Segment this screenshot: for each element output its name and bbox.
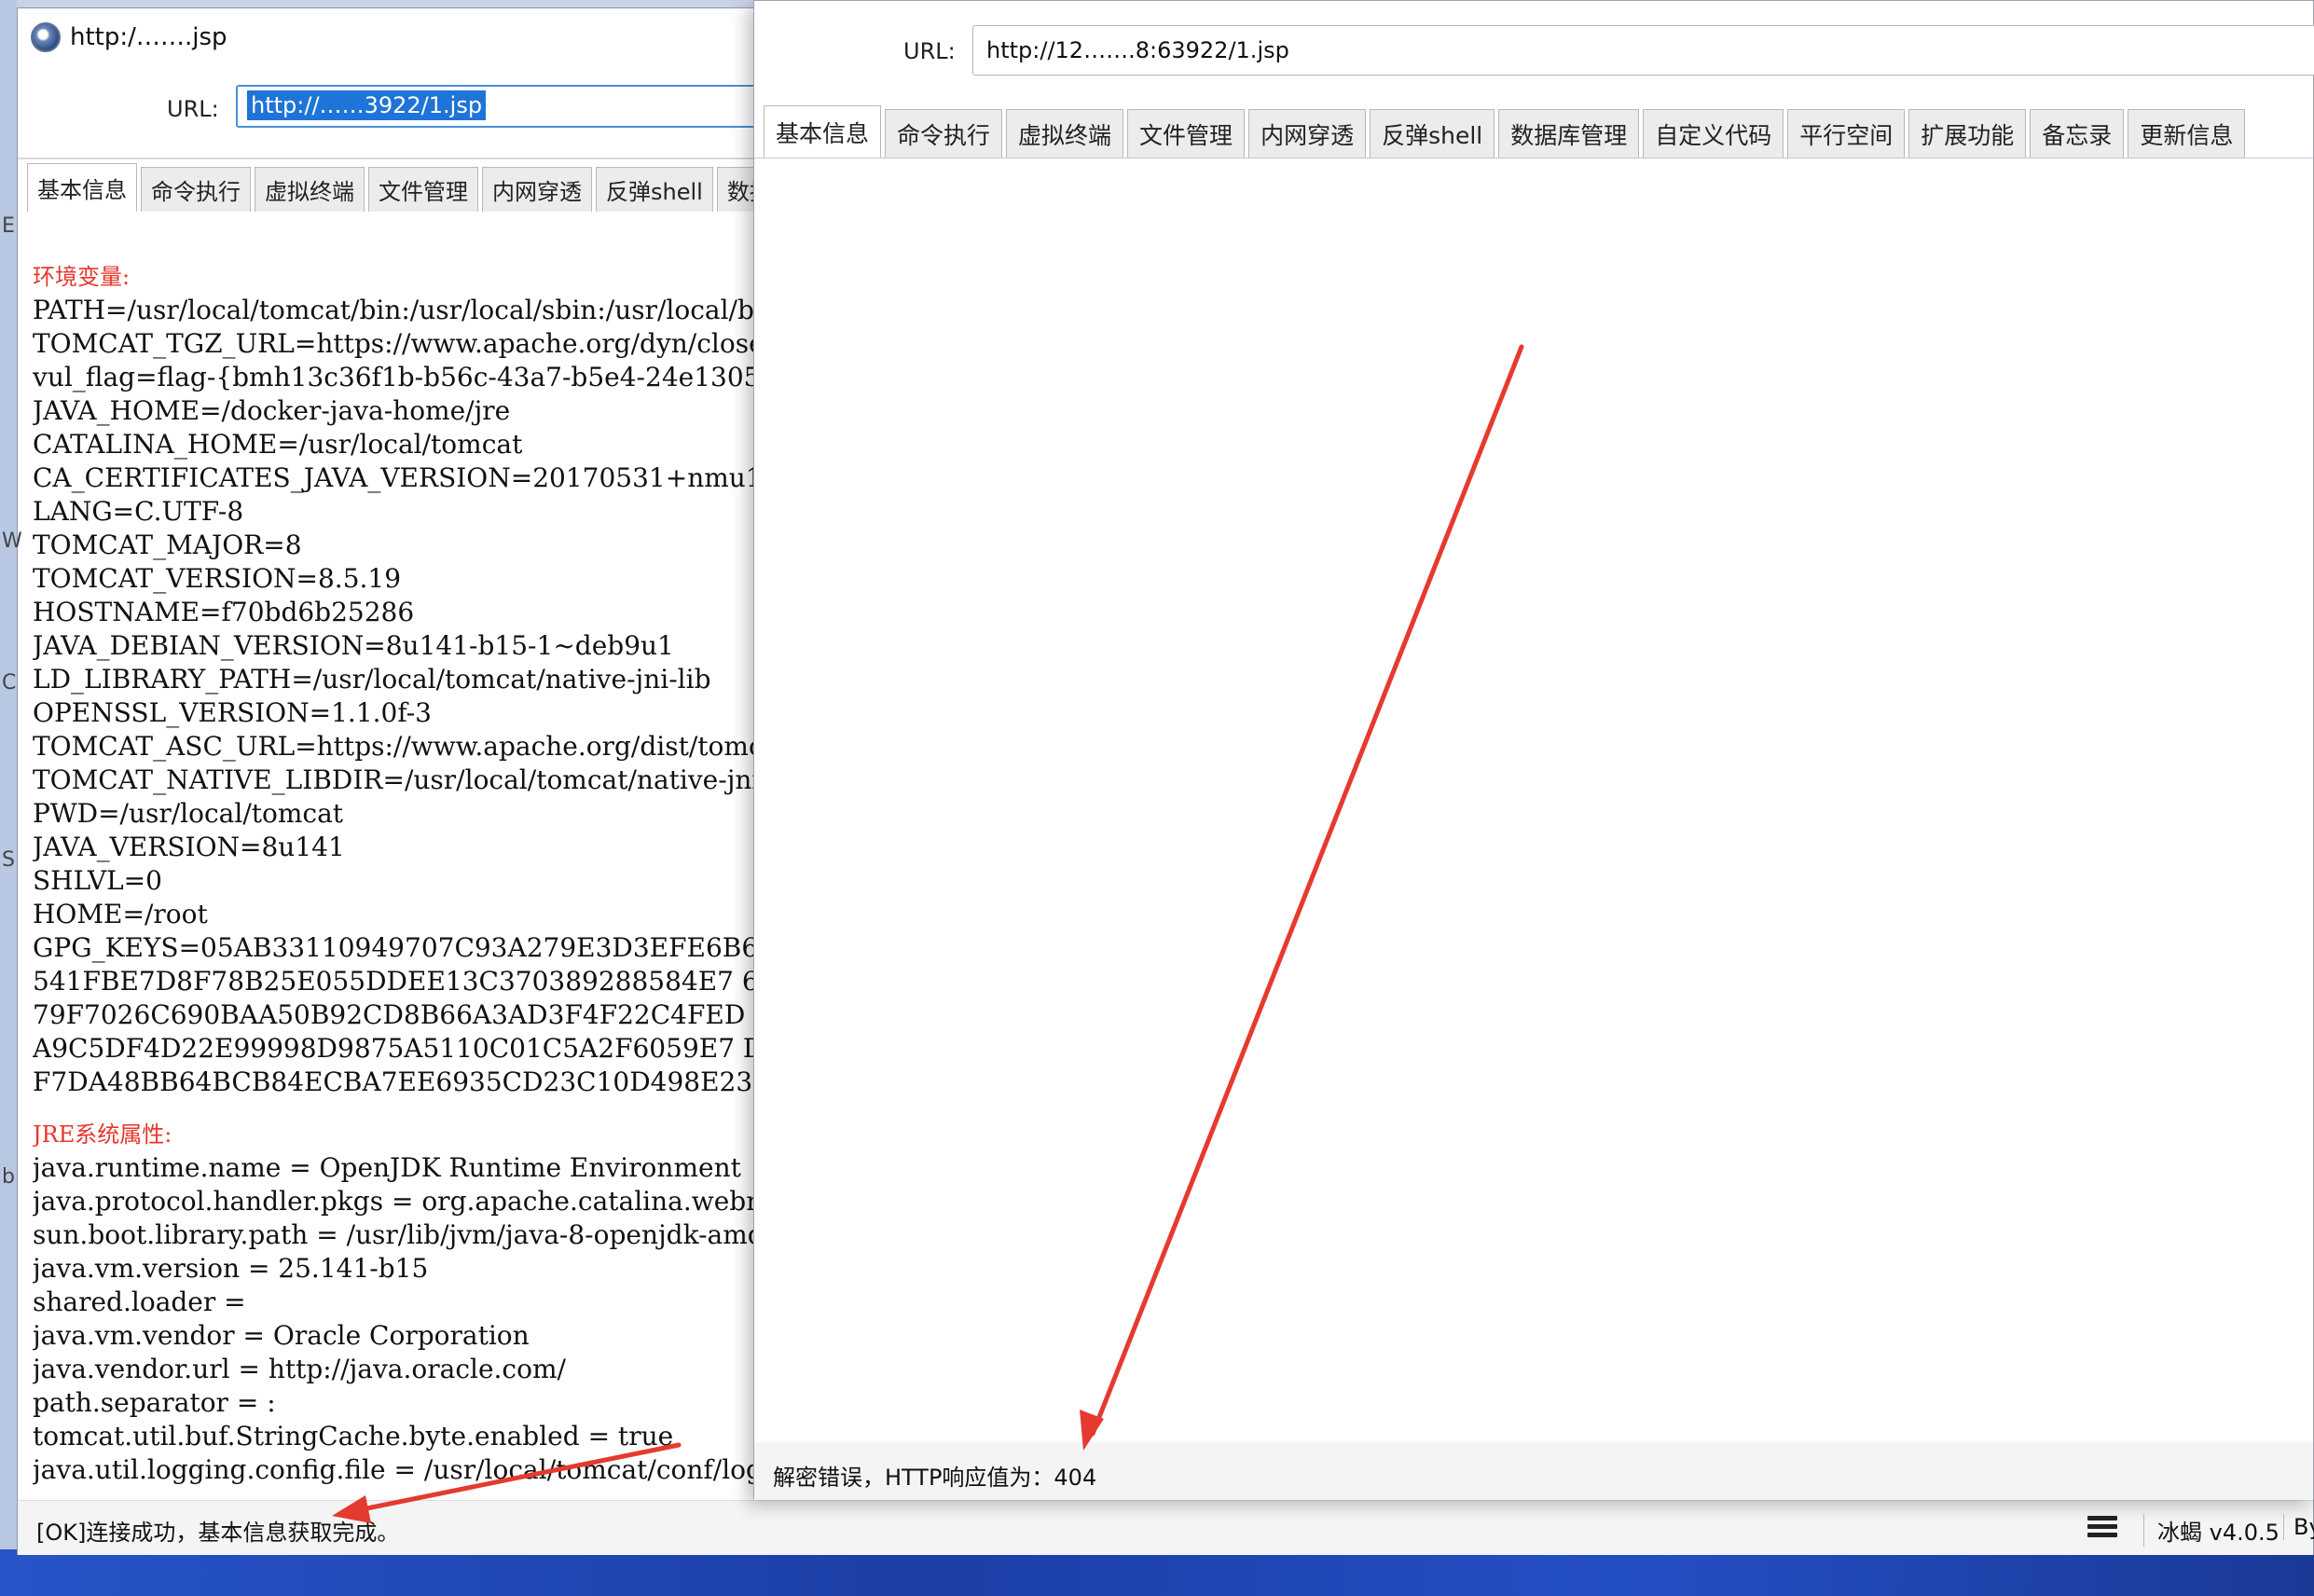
env-line: SHLVL=0 xyxy=(33,865,162,896)
env-line: JAVA_DEBIAN_VERSION=8u141-b15-1~deb9u1 xyxy=(33,630,674,661)
by-label: By xyxy=(2283,1514,2314,1540)
jre-line: java.protocol.handler.pkgs = org.apache.… xyxy=(33,1186,797,1217)
front-tab-virtual-terminal[interactable]: 虚拟终端 xyxy=(1006,109,1124,158)
env-line: JAVA_HOME=/docker-java-home/jre xyxy=(33,395,511,426)
env-line: A9C5DF4D22E99998D9875A5110C01C5A2F6059E7… xyxy=(33,1033,797,1064)
back-tab-reverse-shell[interactable]: 反弹shell xyxy=(596,167,713,212)
jre-line: sun.boot.library.path = /usr/lib/jvm/jav… xyxy=(33,1219,797,1250)
front-tab-intranet-tunnel[interactable]: 内网穿透 xyxy=(1248,109,1367,158)
env-line: JAVA_VERSION=8u141 xyxy=(33,832,345,862)
env-line: OPENSSL_VERSION=1.1.0f-3 xyxy=(33,697,432,728)
front-tab-update-info[interactable]: 更新信息 xyxy=(2128,109,2246,158)
env-line: TOMCAT_ASC_URL=https://www.apache.org/di… xyxy=(33,731,797,762)
env-line: HOSTNAME=f70bd6b25286 xyxy=(33,597,415,627)
jre-line: java.vendor.url = http://java.oracle.com… xyxy=(33,1354,566,1384)
back-tab-basic-info[interactable]: 基本信息 xyxy=(27,163,137,212)
env-section-heading: 环境变量: xyxy=(33,264,131,290)
version-label: 冰蝎 v4.0.5 xyxy=(2143,1514,2280,1547)
left-edge-mark: b xyxy=(2,1165,15,1189)
desktop-left-strip xyxy=(0,0,17,1596)
env-line: GPG_KEYS=05AB33110949707C93A279E3D3EFE6B… xyxy=(33,932,792,963)
front-tab-bar: 基本信息 命令执行 虚拟终端 文件管理 内网穿透 反弹shell 数据库管理 自… xyxy=(764,105,2246,158)
jre-line: path.separator = : xyxy=(33,1387,276,1418)
env-line: 79F7026C690BAA50B92CD8B66A3AD3F4F22C4FED… xyxy=(33,999,790,1030)
front-tab-extensions[interactable]: 扩展功能 xyxy=(1908,109,2027,158)
back-tab-file-manager[interactable]: 文件管理 xyxy=(368,167,478,212)
front-status-bar: 解密错误，HTTP响应值为：404 xyxy=(754,1442,2313,1500)
env-line: CA_CERTIFICATES_JAVA_VERSION=20170531+nm… xyxy=(33,462,763,493)
env-line: PATH=/usr/local/tomcat/bin:/usr/local/sb… xyxy=(33,295,797,325)
desktop-wallpaper-bottom xyxy=(0,1549,2314,1596)
back-tab-virtual-terminal[interactable]: 虚拟终端 xyxy=(255,167,365,212)
env-line: TOMCAT_VERSION=8.5.19 xyxy=(33,563,402,594)
left-edge-mark: W xyxy=(2,530,22,553)
back-status-message: [OK]连接成功，基本信息获取完成。 xyxy=(36,1520,400,1546)
env-line: 541FBE7D8F78B25E055DDEE13C370389288584E7… xyxy=(33,966,797,997)
jre-line: java.util.logging.config.file = /usr/loc… xyxy=(33,1454,797,1485)
jre-line: java.vm.vendor = Oracle Corporation xyxy=(33,1320,530,1351)
env-line: vul_flag=flag-{bmh13c36f1b-b56c-43a7-b5e… xyxy=(33,362,797,392)
back-url-label: URL: xyxy=(167,96,219,122)
front-tab-command-exec[interactable]: 命令执行 xyxy=(885,109,1003,158)
left-edge-mark: S xyxy=(2,848,15,872)
back-url-selected-text: http://‥‥‥3922/1.jsp xyxy=(247,90,487,120)
left-edge-mark: E xyxy=(2,214,15,238)
env-line: TOMCAT_TGZ_URL=https://www.apache.org/dy… xyxy=(33,328,797,359)
env-line: F7DA48BB64BCB84ECBA7EE6935CD23C10D498E23 xyxy=(33,1066,753,1097)
front-tab-database-manager[interactable]: 数据库管理 xyxy=(1498,109,1640,158)
jre-line: shared.loader = xyxy=(33,1286,246,1317)
front-tab-custom-code[interactable]: 自定义代码 xyxy=(1643,109,1784,158)
front-tab-memo[interactable]: 备忘录 xyxy=(2030,109,2125,158)
front-behinder-window[interactable]: URL: http://12‥‥‥.8:63922/1.jsp 基本信息 命令执… xyxy=(753,0,2314,1500)
back-tab-bar: 基本信息 命令执行 虚拟终端 文件管理 内网穿透 反弹shell 数据 xyxy=(27,163,782,212)
left-edge-mark: C xyxy=(2,671,17,695)
front-tab-reverse-shell[interactable]: 反弹shell xyxy=(1370,109,1495,158)
env-line: PWD=/usr/local/tomcat xyxy=(33,798,344,829)
env-line: HOME=/root xyxy=(33,899,208,929)
front-url-label: URL: xyxy=(903,38,956,64)
env-line: TOMCAT_NATIVE_LIBDIR=/usr/local/tomcat/n… xyxy=(33,764,778,795)
back-window-title: http:/‥‥‥.jsp xyxy=(70,23,227,51)
env-line: TOMCAT_MAJOR=8 xyxy=(33,530,302,560)
basic-info-content: 环境变量: PATH=/usr/local/tomcat/bin:/usr/lo… xyxy=(33,260,797,1500)
jre-line: java.vm.version = 25.141-b15 xyxy=(33,1253,429,1284)
front-status-error-message: 解密错误，HTTP响应值为：404 xyxy=(773,1465,1097,1491)
jre-line: java.runtime.name = OpenJDK Runtime Envi… xyxy=(33,1152,741,1183)
behinder-app-icon xyxy=(31,22,61,52)
back-tab-intranet-tunnel[interactable]: 内网穿透 xyxy=(482,167,592,212)
env-line: LANG=C.UTF-8 xyxy=(33,496,244,527)
front-tab-basic-info[interactable]: 基本信息 xyxy=(764,105,882,158)
env-line: CATALINA_HOME=/usr/local/tomcat xyxy=(33,429,523,460)
hamburger-menu-icon[interactable] xyxy=(2087,1516,2117,1540)
env-line: LD_LIBRARY_PATH=/usr/local/tomcat/native… xyxy=(33,664,711,695)
jre-line: tomcat.util.buf.StringCache.byte.enabled… xyxy=(33,1421,674,1452)
jre-section-heading: JRE系统属性: xyxy=(33,1121,172,1148)
front-tab-file-manager[interactable]: 文件管理 xyxy=(1127,109,1246,158)
back-tab-command-exec[interactable]: 命令执行 xyxy=(141,167,251,212)
front-tab-parallel-space[interactable]: 平行空间 xyxy=(1787,109,1906,158)
front-url-input[interactable]: http://12‥‥‥.8:63922/1.jsp xyxy=(972,25,2314,76)
back-status-bar: [OK]连接成功，基本信息获取完成。 冰蝎 v4.0.5 By xyxy=(18,1500,2314,1555)
